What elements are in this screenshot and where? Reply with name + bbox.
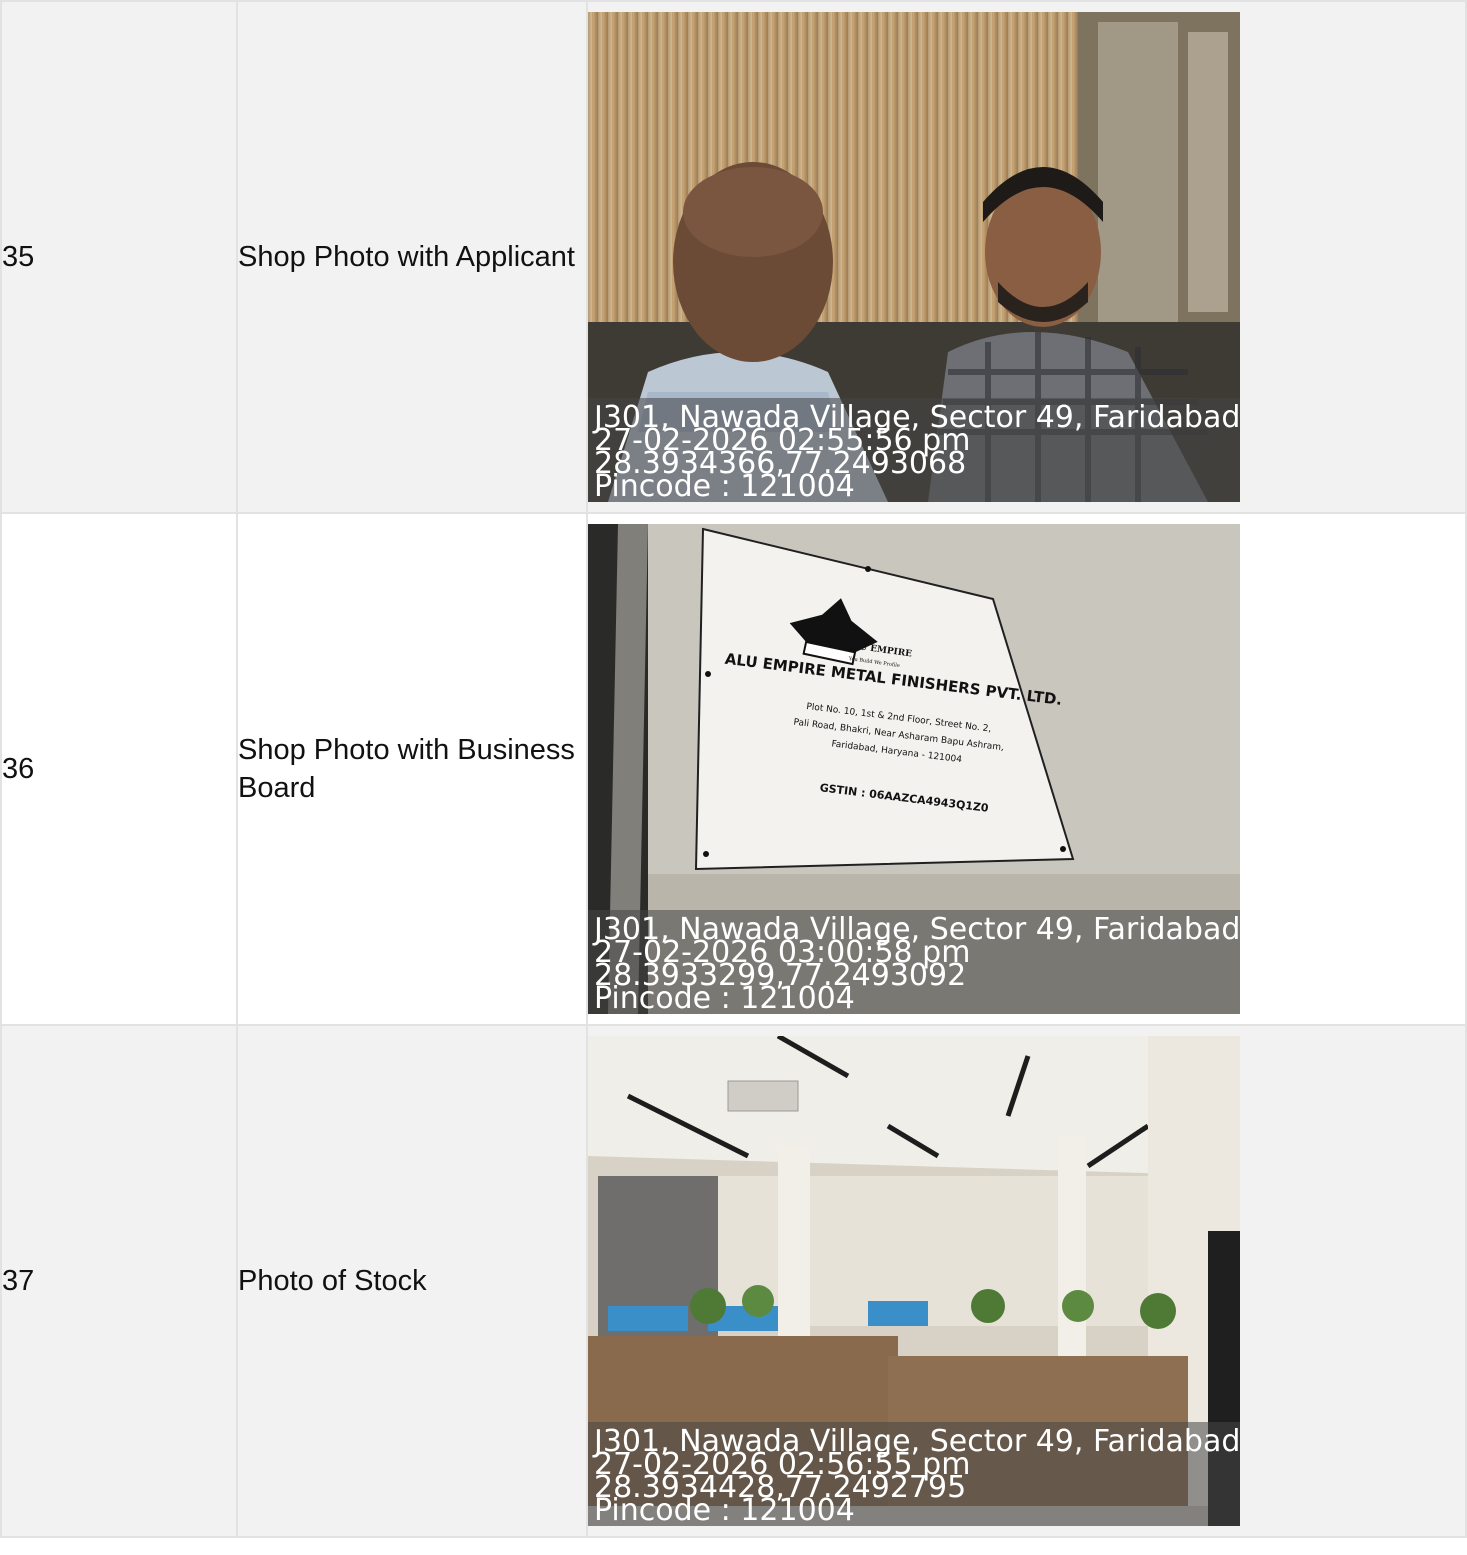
geotag-stamp: J301, Nawada Village, Sector 49, Faridab… (588, 910, 1240, 1014)
row-number: 35 (0, 0, 238, 514)
photo-cell: ALU EMPIRE You Build We Profile ALU EMPI… (586, 512, 1467, 1026)
photo-cell: J301, Nawada Village, Sector 49, Faridab… (586, 0, 1467, 514)
photo-report-table: 35 Shop Photo with Applicant J301, Nawad… (0, 0, 1467, 1538)
row-label: Photo of Stock (236, 1024, 588, 1538)
photo-cell: J301, Nawada Village, Sector 49, Faridab… (586, 1024, 1467, 1538)
business-board-photo: ALU EMPIRE You Build We Profile ALU EMPI… (588, 524, 1240, 1014)
geotag-stamp: J301, Nawada Village, Sector 49, Faridab… (588, 398, 1240, 502)
row-number: 37 (0, 1024, 238, 1538)
row-label: Shop Photo with Business Board (236, 512, 588, 1026)
table-row: 36 Shop Photo with Business Board ALU EM… (0, 512, 1467, 1026)
table-row: 35 Shop Photo with Applicant J301, Nawad… (0, 0, 1467, 514)
geotag-stamp: J301, Nawada Village, Sector 49, Faridab… (588, 1422, 1240, 1526)
row-label: Shop Photo with Applicant (236, 0, 588, 514)
row-number: 36 (0, 512, 238, 1026)
applicant-selfie-photo: J301, Nawada Village, Sector 49, Faridab… (588, 12, 1240, 502)
stock-photo: J301, Nawada Village, Sector 49, Faridab… (588, 1036, 1240, 1526)
table-row: 37 Photo of Stock J301, Nawada Village, … (0, 1024, 1467, 1538)
